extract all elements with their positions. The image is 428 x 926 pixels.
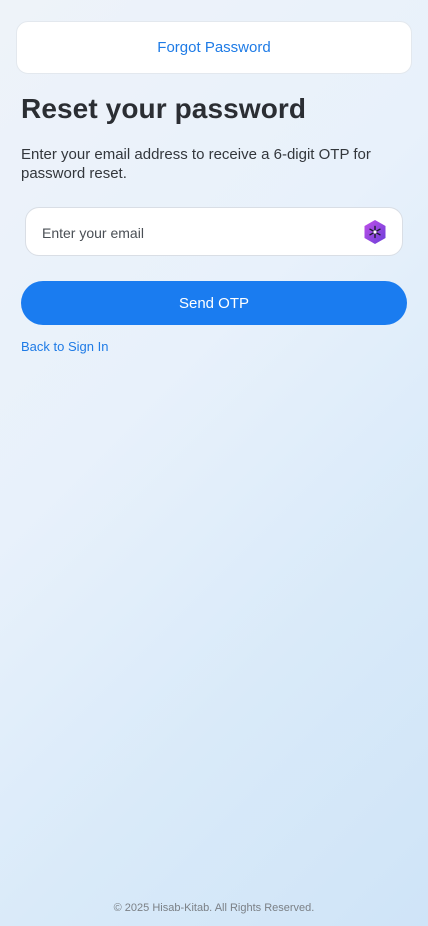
back-to-sign-in-link[interactable]: Back to Sign In xyxy=(21,339,108,354)
page-title: Reset your password xyxy=(21,93,307,124)
send-otp-button[interactable]: Send OTP xyxy=(21,281,407,325)
header-title: Forgot Password xyxy=(157,39,271,56)
page-subtitle: Enter your email address to receive a 6-… xyxy=(21,146,371,182)
email-input[interactable] xyxy=(40,208,354,257)
footer-copyright: © 2025 Hisab-Kitab. All Rights Reserved. xyxy=(113,902,315,914)
hexagon-asterisk-icon[interactable] xyxy=(362,219,388,245)
header-bar: Forgot Password xyxy=(16,21,412,74)
email-field-container xyxy=(25,207,403,257)
